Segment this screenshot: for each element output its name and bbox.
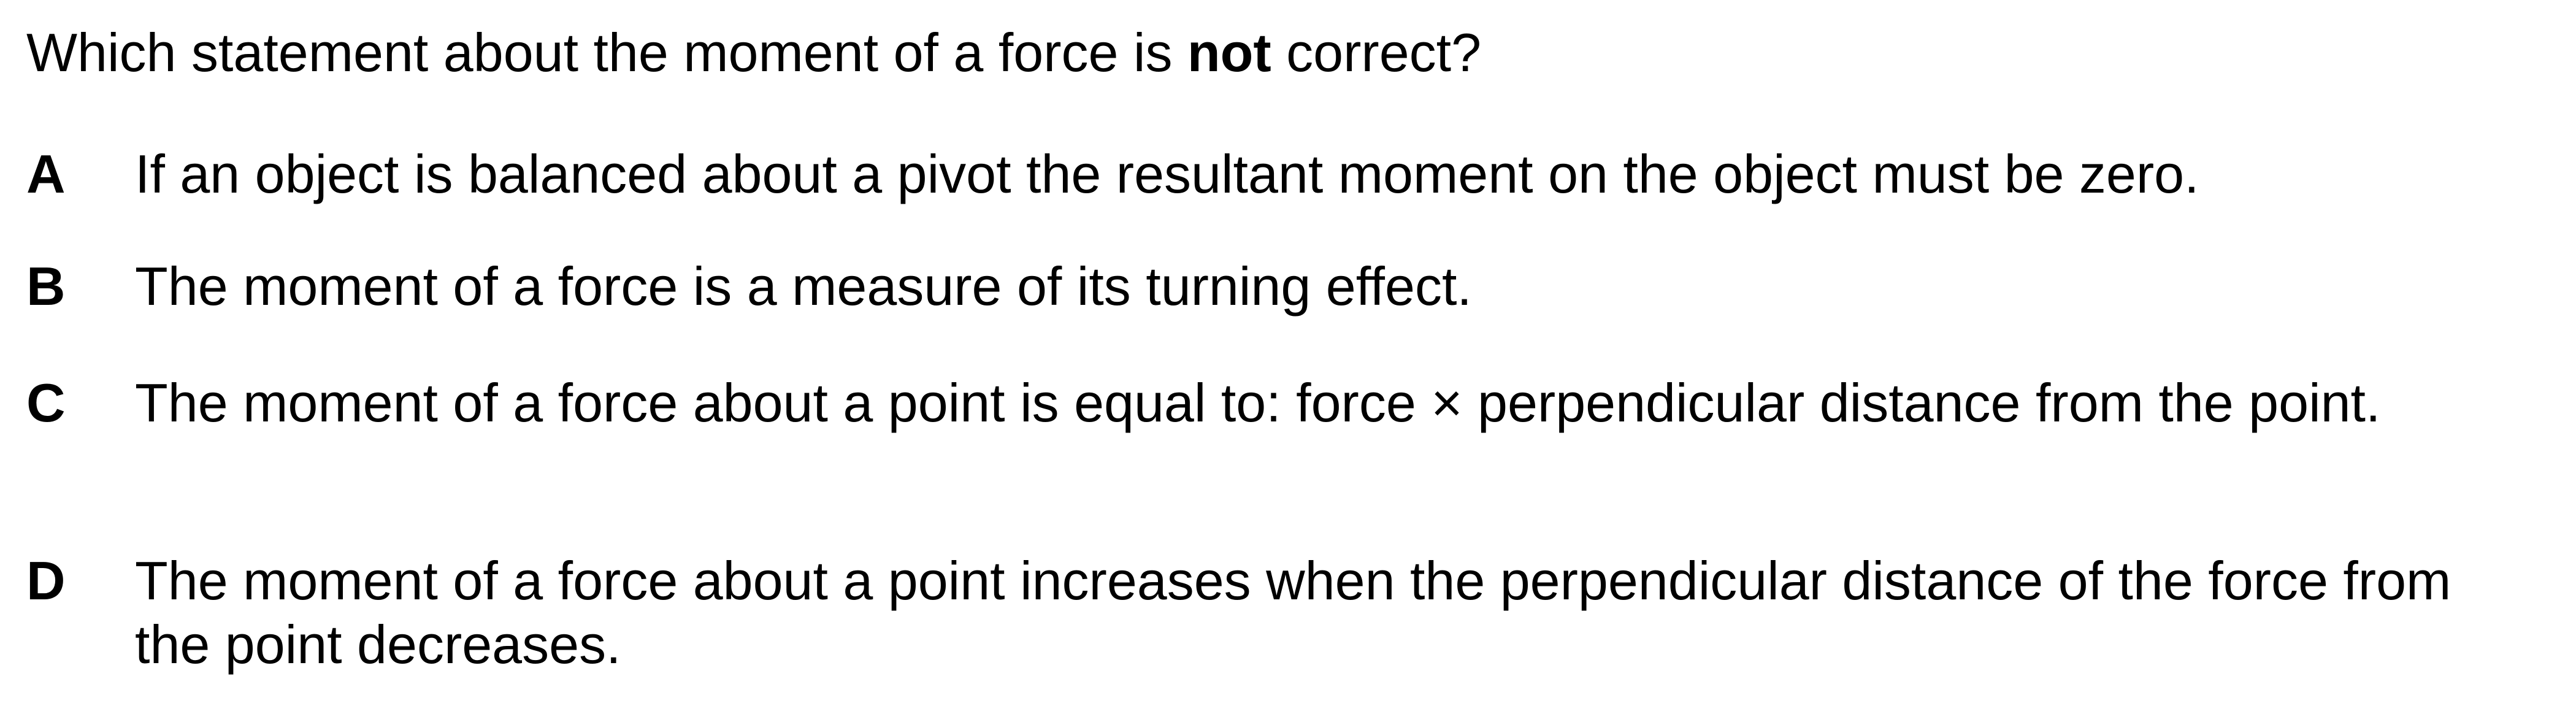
option-c-text: The moment of a force about a point is e… — [135, 372, 2381, 433]
option-b-letter: B — [26, 256, 66, 317]
question-stem: Which statement about the moment of a fo… — [26, 22, 1481, 83]
option-a-text: If an object is balanced about a pivot t… — [135, 144, 2199, 204]
option-a-letter: A — [26, 144, 66, 204]
question-stem-after: correct? — [1271, 22, 1482, 83]
option-b-text: The moment of a force is a measure of it… — [135, 256, 1472, 317]
question-stem-before: Which statement about the moment of a fo… — [26, 22, 1187, 83]
option-d-text: The moment of a force about a point incr… — [135, 550, 2451, 675]
option-d-letter: D — [26, 550, 66, 611]
question-stem-emphasis: not — [1187, 22, 1271, 83]
option-c-letter: C — [26, 372, 66, 433]
